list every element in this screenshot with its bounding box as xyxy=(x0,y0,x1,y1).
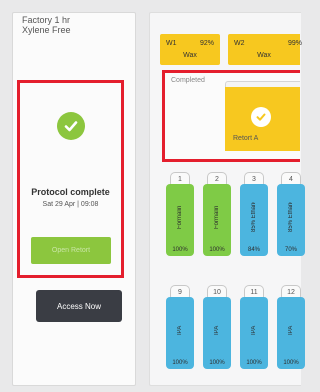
bottle-body: 85% Ethanol 70% xyxy=(277,184,305,256)
open-retort-button[interactable]: Open Retort xyxy=(31,237,111,264)
protocol-status-box: Protocol complete Sat 29 Apr | 09:08 Ope… xyxy=(17,80,124,278)
bottle-body: IPA 100% xyxy=(240,297,268,369)
bottle-level: 100% xyxy=(246,360,262,366)
bottle-body: Formalin 100% xyxy=(166,184,194,256)
bottle-reagent: 85% Ethanol xyxy=(288,202,294,232)
wax-bath-name: W1 xyxy=(166,40,177,47)
retort-a[interactable]: Retort A xyxy=(225,87,300,151)
bottle-reagent: Formalin xyxy=(214,205,220,229)
bottle-reagent: IPA xyxy=(288,325,294,335)
status-title: Protocol complete xyxy=(31,187,110,197)
bottle-level: 100% xyxy=(172,247,188,253)
retort-name: Retort A xyxy=(233,135,259,142)
bottle-level: 70% xyxy=(284,247,297,253)
wax-bath-level: 99% xyxy=(287,40,302,47)
bottle-level: 84% xyxy=(247,247,260,253)
bottle-reagent: IPA xyxy=(177,325,183,335)
wax-bath-w1[interactable]: W1 92% Wax xyxy=(160,34,220,65)
bottle-reagent: 85% Ethanol xyxy=(251,202,257,232)
bottle-body: Formalin 100% xyxy=(203,184,231,256)
retort-status-box: Completed Retort A xyxy=(162,70,300,162)
bottle-level: 100% xyxy=(172,360,188,366)
protocol-name: Factory 1 hr Xylene Free xyxy=(22,15,71,35)
protocol-name-line1: Factory 1 hr xyxy=(22,15,71,25)
bottle-level: 100% xyxy=(209,360,225,366)
bottle-body: IPA 100% xyxy=(277,297,305,369)
status-date: Sat 29 Apr | 09:08 xyxy=(42,201,99,208)
bottle-reagent: IPA xyxy=(251,325,257,335)
bottle-body: 85% Ethanol 84% xyxy=(240,184,268,256)
bottle-body: IPA 100% xyxy=(166,297,194,369)
wax-bath-name: W2 xyxy=(234,40,245,47)
bottle-reagent: Formalin xyxy=(177,205,183,229)
wax-bath-w2[interactable]: W2 99% Wax xyxy=(228,34,302,65)
bottle-level: 100% xyxy=(209,247,225,253)
check-icon xyxy=(57,112,85,140)
wax-bath-level: 92% xyxy=(199,40,214,47)
bottle-body: IPA 100% xyxy=(203,297,231,369)
retort-status-label: Completed xyxy=(171,77,205,84)
access-now-button[interactable]: Access Now xyxy=(36,290,122,322)
wax-bath-type: Wax xyxy=(257,52,271,59)
bottle-reagent: IPA xyxy=(214,325,220,335)
bottle-level: 100% xyxy=(283,360,299,366)
protocol-name-line2: Xylene Free xyxy=(22,25,71,35)
check-icon xyxy=(251,107,271,127)
wax-bath-type: Wax xyxy=(183,52,197,59)
